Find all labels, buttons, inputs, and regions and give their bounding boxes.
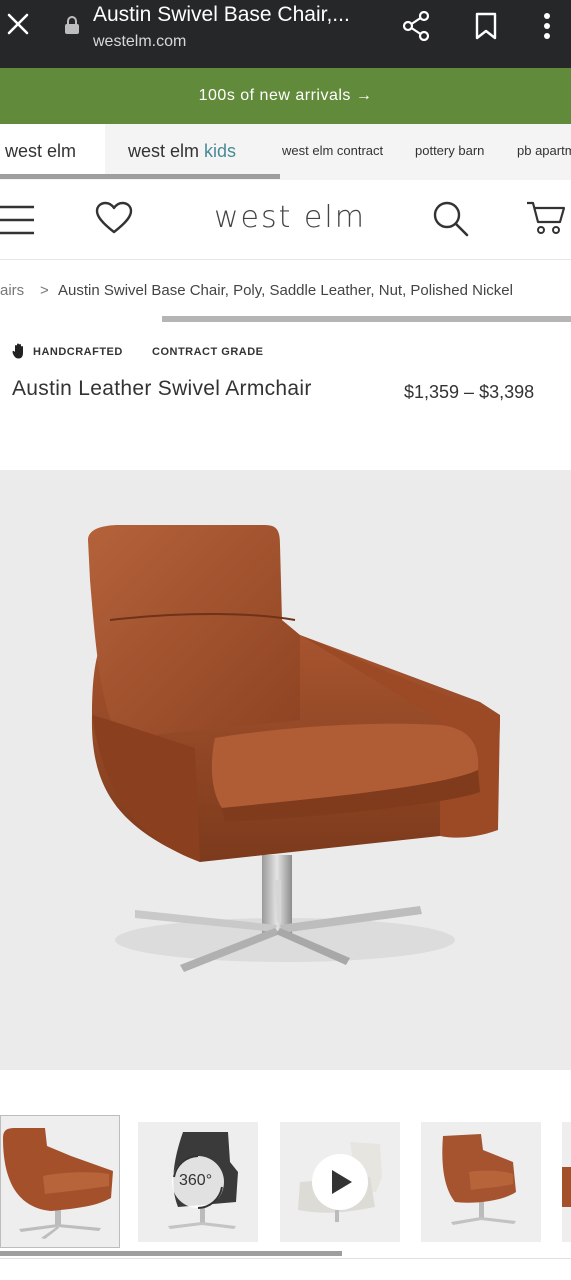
- browser-toolbar: Austin Swivel Base Chair,... westelm.com: [0, 0, 571, 68]
- tab-west-elm-contract[interactable]: west elm contract: [282, 124, 383, 178]
- thumb-partial[interactable]: [562, 1122, 571, 1242]
- breadcrumb-current: Austin Swivel Base Chair, Poly, Saddle L…: [58, 282, 513, 299]
- breadcrumb-prev[interactable]: airs: [0, 282, 24, 299]
- logo[interactable]: west elm: [214, 200, 366, 235]
- thumb-saddle-chair[interactable]: [0, 1115, 120, 1248]
- promo-banner[interactable]: 100s of new arrivals →: [0, 68, 571, 124]
- tab-pottery-barn[interactable]: pottery barn: [415, 124, 484, 178]
- site-header: west elm: [0, 180, 571, 260]
- heart-icon[interactable]: [95, 201, 133, 235]
- close-icon[interactable]: [6, 12, 30, 36]
- breadcrumb: airs > Austin Swivel Base Chair, Poly, S…: [0, 282, 571, 304]
- badge-handcrafted: HANDCRAFTED: [33, 346, 123, 358]
- thumbnail-scrollbar[interactable]: [0, 1251, 342, 1256]
- page-title: Austin Swivel Base Chair,...: [93, 3, 350, 26]
- page-url[interactable]: westelm.com: [93, 33, 186, 51]
- thumb-partial-image: [562, 1167, 571, 1207]
- search-icon[interactable]: [432, 200, 470, 238]
- tab-pb-apartment[interactable]: pb apartment: [517, 124, 571, 178]
- spin-360-label: 360°: [179, 1172, 213, 1189]
- thumb-chair-front-image: [442, 1134, 516, 1225]
- thumb-chair-image: [3, 1128, 113, 1239]
- tab-kids-prefix: west elm: [128, 141, 205, 161]
- divider: [0, 1258, 571, 1259]
- tabs-scrollbar[interactable]: [0, 174, 280, 179]
- brand-tabs: west elm west elm kids west elm contract…: [0, 124, 571, 180]
- hand-icon: [12, 343, 23, 359]
- bookmark-icon[interactable]: [474, 12, 498, 40]
- share-icon[interactable]: [402, 11, 430, 41]
- badge-contract-grade: CONTRACT GRADE: [152, 346, 264, 358]
- thumb-360-view[interactable]: 360°: [138, 1122, 258, 1242]
- lock-icon: [65, 16, 79, 34]
- menu-icon[interactable]: [0, 204, 36, 236]
- product-main-image[interactable]: [0, 470, 571, 1070]
- product-title: Austin Leather Swivel Armchair: [12, 377, 312, 400]
- tab-west-elm-kids[interactable]: west elm kids: [128, 124, 236, 178]
- breadcrumb-separator: >: [40, 282, 49, 299]
- more-vert-icon[interactable]: [540, 12, 554, 40]
- thumb-video-image: [298, 1142, 382, 1222]
- swivel-chair-image: [88, 525, 500, 972]
- cart-icon[interactable]: [526, 200, 566, 236]
- thumb-video[interactable]: [280, 1122, 400, 1242]
- tab-kids-suffix: kids: [204, 141, 237, 161]
- thumbnail-strip: 360°: [0, 1112, 571, 1248]
- thumb-saddle-chair-front[interactable]: [421, 1122, 541, 1242]
- tab-west-elm[interactable]: west elm: [0, 124, 105, 178]
- product-price: $1,359 – $3,398: [404, 382, 535, 402]
- breadcrumb-scrollbar[interactable]: [162, 316, 571, 322]
